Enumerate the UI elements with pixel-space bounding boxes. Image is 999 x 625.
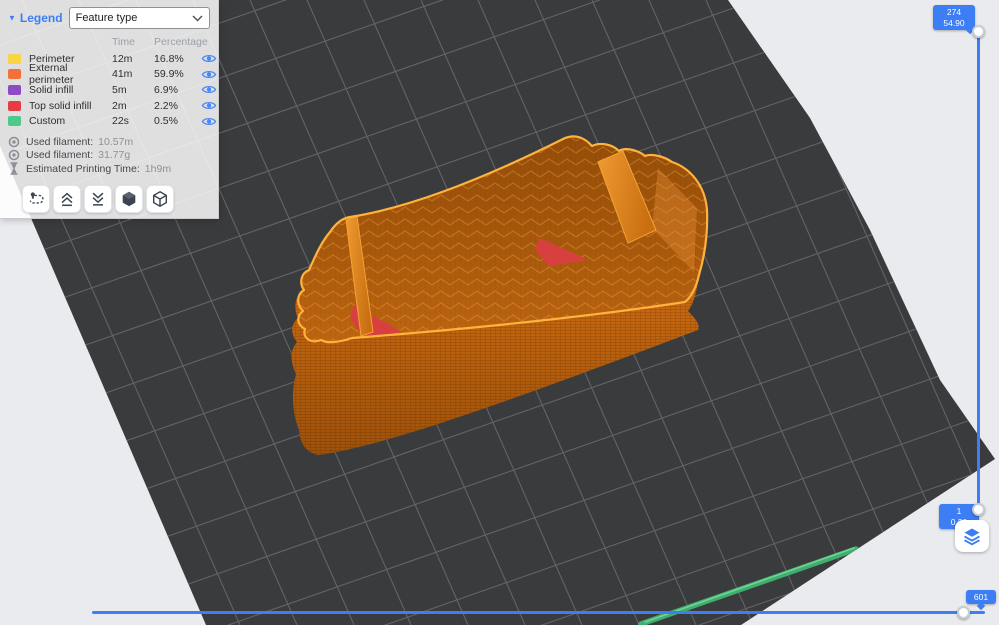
wireframe-view-button[interactable] — [146, 185, 174, 214]
collapse-triangle-icon: ▼ — [8, 13, 16, 22]
layer-slider-bottom-handle[interactable] — [972, 503, 985, 516]
visibility-eye-icon[interactable] — [201, 84, 217, 95]
solid-cube-icon — [122, 192, 136, 207]
legend-row: Top solid infill 2m 2.2% — [8, 98, 217, 114]
feature-percentage: 6.9% — [154, 83, 178, 96]
percentage-column-header: Percentage — [154, 36, 208, 48]
feature-label: Top solid infill — [29, 99, 92, 112]
feature-percentage: 59.9% — [154, 68, 184, 81]
legend-row: Custom 22s 0.5% — [8, 113, 217, 129]
feature-color-swatch — [8, 100, 21, 111]
feature-time: 2m — [112, 99, 127, 112]
stat-value: 1h9m — [144, 162, 172, 175]
feature-percentage: 0.5% — [154, 115, 178, 128]
wireframe-cube-icon — [152, 191, 168, 208]
move-count: 601 — [973, 591, 989, 602]
jump-to-bottom-button[interactable] — [84, 185, 112, 214]
legend-row: External perimeter 41m 59.9% — [8, 62, 217, 86]
feature-time: 5m — [112, 83, 127, 96]
visibility-eye-icon[interactable] — [201, 116, 217, 127]
collapse-up-icon — [61, 193, 73, 207]
layers-icon — [964, 528, 980, 546]
collapse-down-icon — [92, 193, 104, 207]
legend-panel: ▼ Legend Feature type Time Percentage Pe… — [0, 0, 219, 219]
slicer-preview-window: ▼ Legend Feature type Time Percentage Pe… — [0, 0, 999, 625]
solid-view-button[interactable] — [115, 185, 143, 214]
jump-to-top-button[interactable] — [53, 185, 81, 214]
used-filament-weight-row: Used filament: 31.77g — [8, 148, 210, 162]
legend-collapse-toggle[interactable]: ▼ Legend — [8, 11, 63, 25]
chevron-down-icon — [192, 14, 203, 22]
used-filament-length-row: Used filament: 10.57m — [8, 135, 210, 149]
feature-percentage: 16.8% — [154, 52, 184, 65]
layers-view-button[interactable] — [955, 520, 989, 552]
feature-type-value: Feature type — [75, 12, 138, 24]
legend-row: Solid infill 5m 6.9% — [8, 82, 217, 98]
feature-color-swatch — [8, 84, 21, 95]
legend-column-headers: Time Percentage — [8, 36, 210, 48]
stat-value: 31.77g — [98, 149, 131, 162]
top-layer-number: 274 — [946, 7, 962, 17]
feature-color-swatch — [8, 116, 21, 127]
layer-slider-track[interactable] — [977, 31, 980, 511]
feature-color-swatch — [8, 69, 21, 80]
stat-label: Estimated Printing Time: — [26, 162, 140, 175]
move-slider-handle[interactable] — [957, 606, 970, 619]
time-column-header: Time — [112, 36, 135, 48]
extruder-path-button[interactable] — [22, 185, 50, 214]
feature-percentage: 2.2% — [154, 99, 178, 112]
move-slider-track[interactable] — [92, 611, 985, 614]
visibility-eye-icon[interactable] — [201, 69, 217, 80]
feature-type-dropdown[interactable]: Feature type — [68, 7, 210, 29]
feature-time: 41m — [112, 68, 133, 81]
feature-time: 12m — [112, 52, 133, 65]
stat-label: Used filament: — [26, 149, 94, 162]
legend-title: Legend — [19, 11, 63, 25]
feature-time: 22s — [112, 115, 129, 128]
extruder-path-icon — [29, 192, 44, 205]
feature-label: External perimeter — [29, 62, 74, 87]
hourglass-icon — [10, 162, 18, 175]
stat-label: Used filament: — [26, 135, 94, 148]
feature-label: Solid infill — [29, 83, 74, 96]
visibility-eye-icon[interactable] — [201, 53, 217, 64]
layer-slider-top-handle[interactable] — [972, 25, 985, 38]
feature-label: Custom — [29, 115, 66, 128]
printing-time-row: Estimated Printing Time: 1h9m — [8, 162, 210, 176]
filament-spool-icon — [8, 149, 20, 161]
stat-value: 10.57m — [98, 135, 134, 148]
feature-color-swatch — [8, 53, 21, 64]
visibility-eye-icon[interactable] — [201, 100, 217, 111]
filament-spool-icon — [8, 136, 20, 148]
